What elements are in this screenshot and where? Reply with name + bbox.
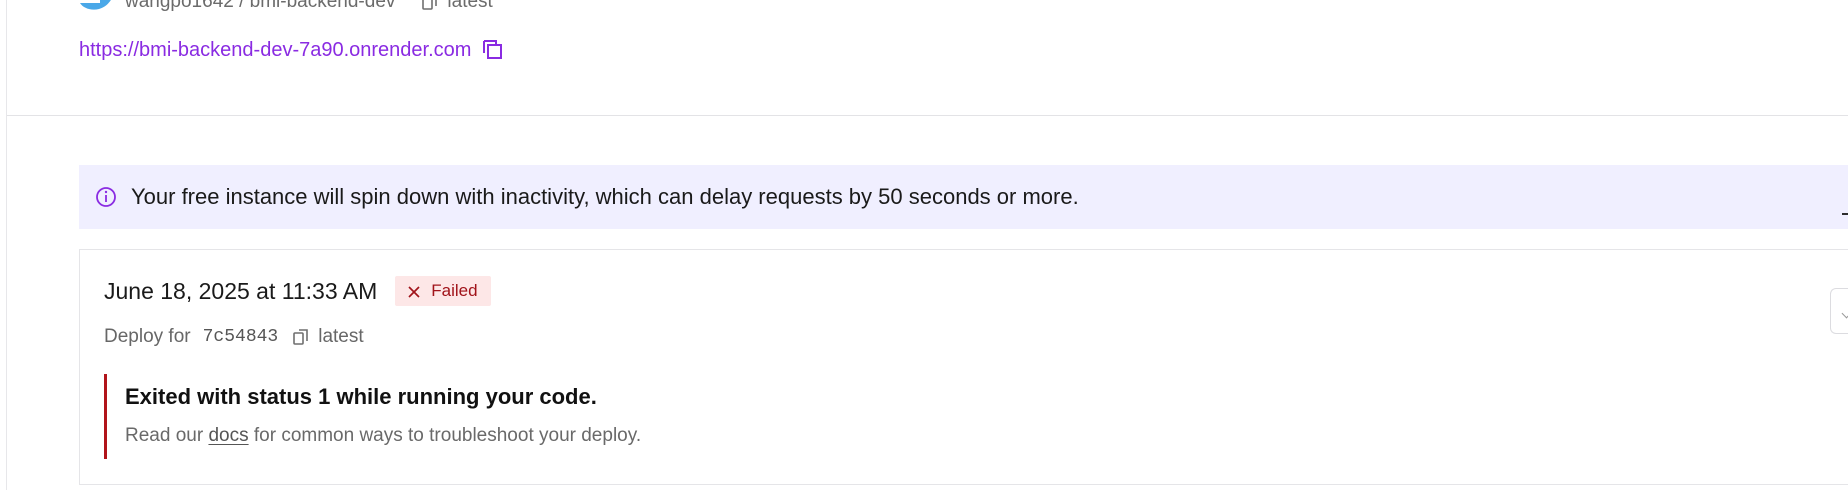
troubleshooting-text: Read our docs for common ways to trouble… <box>125 425 641 447</box>
free-instance-banner: Your free instance will spin down with i… <box>79 165 1848 229</box>
tag-icon <box>292 328 310 346</box>
deploy-header: June 18, 2025 at 11:33 AM Failed <box>104 275 491 307</box>
deploy-for-label: Deploy for <box>104 326 191 347</box>
status-label: Failed <box>431 281 478 300</box>
deploy-error-callout: Exited with status 1 while running your … <box>104 374 757 459</box>
docker-icon <box>79 0 113 13</box>
deploy-timestamp: June 18, 2025 at 11:33 AM <box>104 277 378 304</box>
copy-icon[interactable] <box>481 38 505 62</box>
failed-status-badge: Failed <box>395 276 491 306</box>
deploy-details: Deploy for 7c54843 latest <box>104 323 364 351</box>
repository-name: wangpo1642 / bmi-backend-dev <box>125 0 396 12</box>
help-prefix: Read our <box>125 425 209 446</box>
commit-hash[interactable]: 7c54843 <box>203 327 279 347</box>
docs-link[interactable]: docs <box>208 425 248 446</box>
error-title: Exited with status 1 while running your … <box>125 384 597 409</box>
deploy-event-card: June 18, 2025 at 11:33 AM Failed Deploy … <box>79 249 1848 485</box>
tag-icon <box>421 0 439 11</box>
help-suffix: for common ways to troubleshoot your dep… <box>248 425 642 446</box>
service-url-link[interactable]: https://bmi-backend-dev-7a90.onrender.co… <box>79 39 471 62</box>
banner-message: Your free instance will spin down with i… <box>131 184 1079 209</box>
deploy-image-tag: latest <box>318 326 364 347</box>
image-tag: latest <box>447 0 493 12</box>
x-icon <box>407 284 421 298</box>
deploy-content: Your free instance will spin down with i… <box>7 116 1848 490</box>
chevron-down-icon <box>1841 308 1848 319</box>
service-header: wangpo1642 / bmi-backend-dev latest http… <box>7 0 1848 116</box>
banner-dismiss-button[interactable] <box>1842 213 1848 215</box>
image-repository-row: wangpo1642 / bmi-backend-dev latest <box>79 0 493 13</box>
service-url-row: https://bmi-backend-dev-7a90.onrender.co… <box>79 36 505 64</box>
expand-panel-button[interactable] <box>1830 288 1848 334</box>
info-icon <box>94 185 118 209</box>
